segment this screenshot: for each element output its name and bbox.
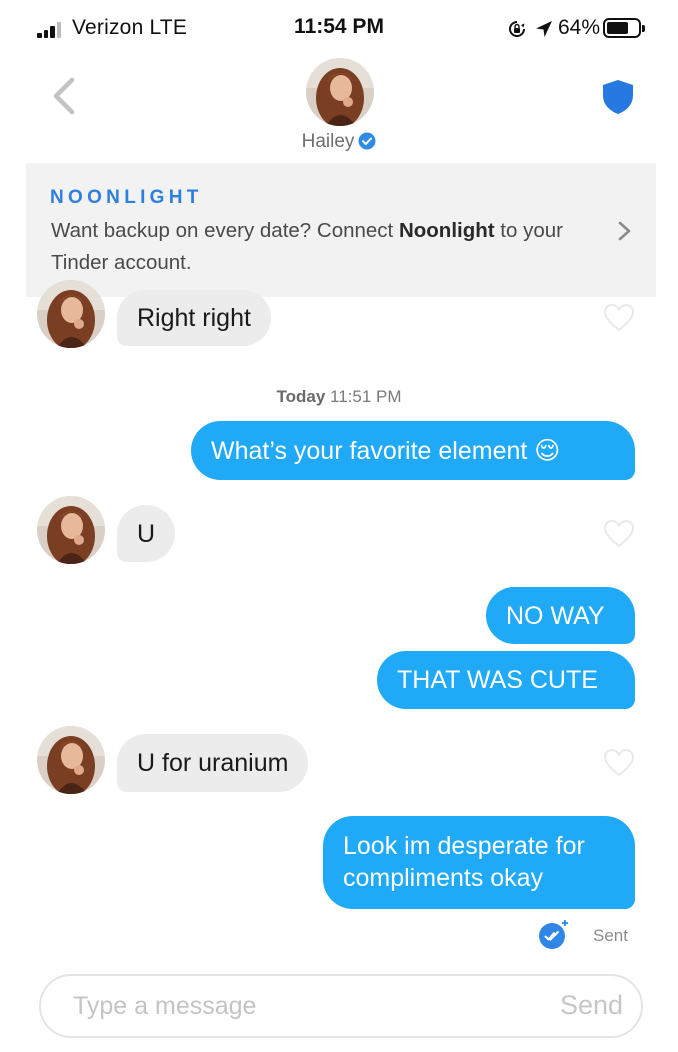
shield-icon[interactable] <box>600 78 636 116</box>
sent-status: Sent <box>593 926 628 945</box>
message-timestamp: Today 11:51 PM <box>276 387 402 406</box>
message-bubble-outgoing[interactable]: NO WAY <box>486 587 635 644</box>
chevron-right-icon <box>618 221 631 241</box>
battery-icon <box>603 18 645 38</box>
noonlight-banner[interactable]: NOONLIGHT Want backup on every date? Con… <box>26 163 656 297</box>
message-bubble-outgoing[interactable]: What’s your favorite element 😌 <box>191 421 635 480</box>
heart-icon[interactable] <box>603 748 635 778</box>
noonlight-logo: NOONLIGHT <box>50 187 203 208</box>
match-name-row[interactable]: Hailey <box>0 131 678 153</box>
rotation-lock-icon <box>509 21 525 37</box>
message-input[interactable] <box>73 976 513 1036</box>
send-button[interactable]: Send <box>560 990 623 1021</box>
message-bubble-outgoing[interactable]: Look im desperate for compliments okay <box>323 816 635 909</box>
match-avatar[interactable] <box>306 58 374 126</box>
message-composer: Send <box>39 974 643 1038</box>
heart-icon[interactable] <box>603 303 635 333</box>
match-avatar-small[interactable] <box>37 280 105 348</box>
message-bubble-outgoing[interactable]: THAT WAS CUTE <box>377 651 635 709</box>
match-avatar-small[interactable] <box>37 726 105 794</box>
sent-receipt-icon <box>539 920 568 949</box>
status-bar: Verizon LTE 11:54 PM 64% <box>0 0 678 58</box>
chevron-left-icon[interactable] <box>44 74 84 118</box>
message-bubble-incoming[interactable]: U <box>117 505 176 562</box>
message-bubble-incoming[interactable]: Right right <box>117 290 271 346</box>
location-arrow-icon <box>536 21 552 37</box>
battery-percent: 64% <box>558 16 601 39</box>
match-avatar-small[interactable] <box>37 496 105 564</box>
noonlight-message: Want backup on every date? Connect Noonl… <box>51 219 563 274</box>
heart-icon[interactable] <box>603 519 635 549</box>
verified-badge-icon <box>358 132 376 150</box>
chat-header: Hailey <box>0 58 678 163</box>
message-bubble-incoming[interactable]: U for uranium <box>117 734 309 792</box>
match-name: Hailey <box>301 131 355 152</box>
